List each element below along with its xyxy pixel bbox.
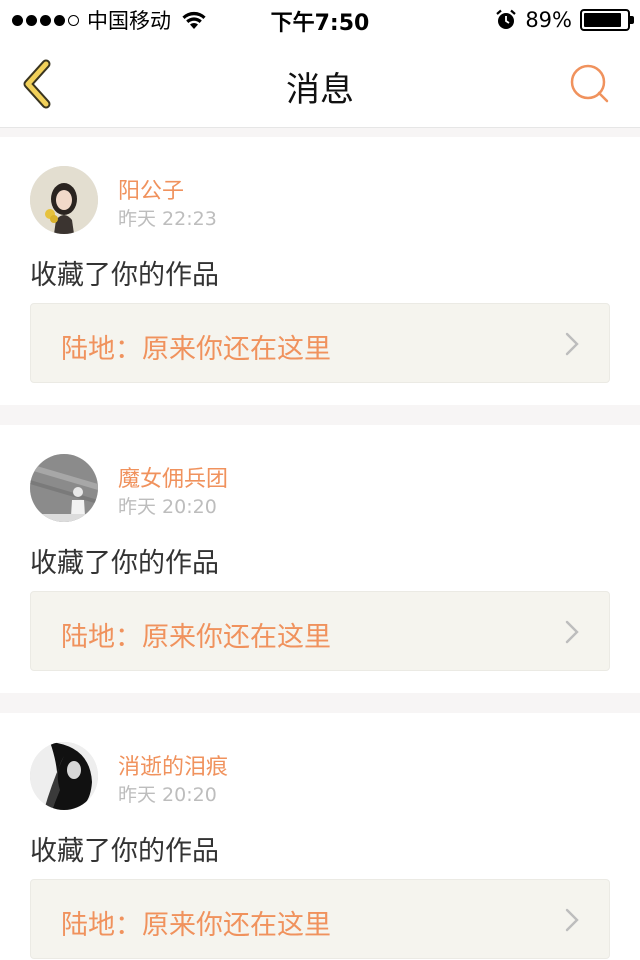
avatar[interactable]: [30, 454, 98, 522]
action-text: 收藏了你的作品: [30, 548, 219, 579]
avatar[interactable]: [30, 166, 98, 234]
message-card: 阳公子 昨天 22:23 收藏了你的作品 陆地：原来你还在这里: [0, 137, 640, 405]
work-link[interactable]: 陆地：原来你还在这里: [30, 591, 610, 671]
username[interactable]: 阳公子: [118, 173, 184, 205]
username[interactable]: 消逝的泪痕: [118, 749, 228, 781]
chevron-right-icon: [565, 620, 579, 644]
username[interactable]: 魔女佣兵团: [118, 461, 228, 493]
message-card: 消逝的泪痕 昨天 20:20 收藏了你的作品 陆地：原来你还在这里: [0, 713, 640, 960]
alarm-icon: [496, 9, 517, 29]
work-title: 陆地：原来你还在这里: [61, 334, 331, 365]
battery-icon: [580, 9, 634, 31]
avatar[interactable]: [30, 742, 98, 810]
message-list[interactable]: 阳公子 昨天 22:23 收藏了你的作品 陆地：原来你还在这里 魔女佣兵团 昨天…: [0, 128, 640, 960]
avatar-image: [30, 742, 98, 810]
page-title: 消息: [286, 70, 354, 110]
timestamp: 昨天 20:20: [118, 496, 217, 518]
timestamp: 昨天 20:20: [118, 784, 217, 806]
search-button[interactable]: [568, 62, 612, 106]
search-icon: [570, 64, 609, 103]
battery-fill: [584, 13, 622, 27]
action-text: 收藏了你的作品: [30, 836, 219, 867]
work-title: 陆地：原来你还在这里: [61, 622, 331, 653]
work-title: 陆地：原来你还在这里: [61, 910, 331, 941]
chevron-right-icon: [565, 908, 579, 932]
nav-bar: 消息: [0, 40, 640, 128]
status-bar: 中国移动 下午7:50 89%: [0, 0, 640, 40]
work-link[interactable]: 陆地：原来你还在这里: [30, 303, 610, 383]
chevron-right-icon: [565, 332, 579, 356]
work-link[interactable]: 陆地：原来你还在这里: [30, 879, 610, 959]
avatar-image: [30, 454, 98, 522]
battery-percent: 89%: [525, 8, 572, 32]
status-right: 89%: [495, 6, 634, 34]
action-text: 收藏了你的作品: [30, 260, 219, 291]
avatar-image: [30, 166, 98, 234]
message-card: 魔女佣兵团 昨天 20:20 收藏了你的作品 陆地：原来你还在这里: [0, 425, 640, 693]
timestamp: 昨天 22:23: [118, 208, 217, 230]
